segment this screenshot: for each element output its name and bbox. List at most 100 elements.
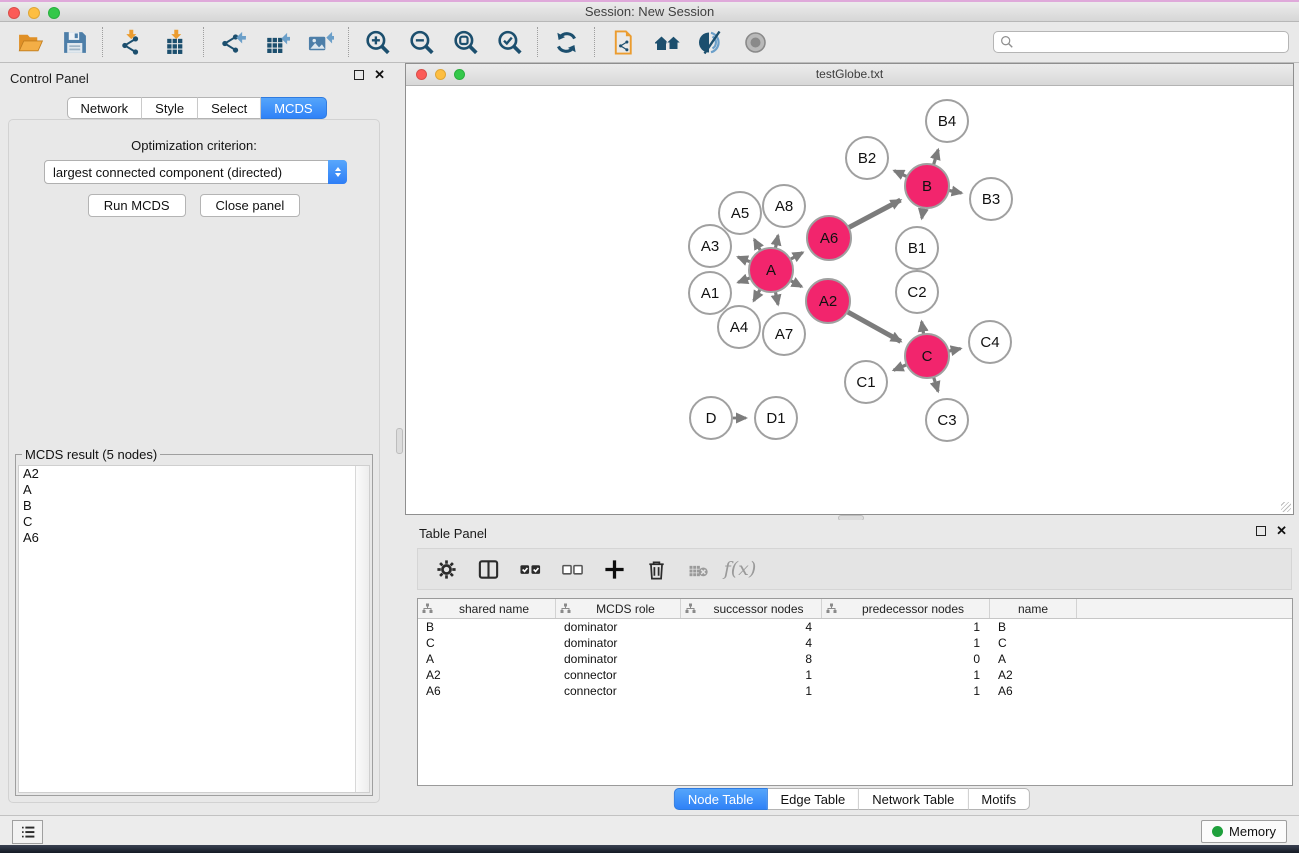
tab-edge-table[interactable]: Edge Table xyxy=(767,788,859,810)
export-network-button[interactable] xyxy=(210,25,254,59)
edge-A-A5[interactable] xyxy=(754,239,760,250)
zoom-in-button[interactable] xyxy=(355,25,399,59)
edge-A6-B[interactable] xyxy=(848,200,900,228)
add-button[interactable] xyxy=(600,555,628,583)
edge-B-B2[interactable] xyxy=(894,171,907,177)
network-zoom-button[interactable] xyxy=(454,69,465,80)
edge-C-C1[interactable] xyxy=(894,365,907,371)
edge-A-A1[interactable] xyxy=(738,278,750,283)
node-B3[interactable]: B3 xyxy=(970,178,1012,220)
close-panel-button[interactable]: Close panel xyxy=(200,194,301,217)
edge-B-B3[interactable] xyxy=(949,190,962,193)
node-C2[interactable]: C2 xyxy=(896,271,938,313)
edge-C-C2[interactable] xyxy=(922,322,924,335)
delete-table-button[interactable] xyxy=(684,555,712,583)
table-float-panel-icon[interactable] xyxy=(1256,526,1266,536)
node-C[interactable]: C xyxy=(905,334,949,378)
import-network-button[interactable] xyxy=(109,25,153,59)
save-button[interactable] xyxy=(52,25,96,59)
node-B1[interactable]: B1 xyxy=(896,227,938,269)
node-C1[interactable]: C1 xyxy=(845,361,887,403)
edge-A-A4[interactable] xyxy=(754,289,761,301)
tab-mcds[interactable]: MCDS xyxy=(261,97,326,119)
select-all-button[interactable] xyxy=(516,555,544,583)
node-B4[interactable]: B4 xyxy=(926,100,968,142)
node-A1[interactable]: A1 xyxy=(689,272,731,314)
node-B[interactable]: B xyxy=(905,164,949,208)
export-image-button[interactable] xyxy=(298,25,342,59)
column-header-name[interactable]: name xyxy=(990,599,1077,618)
zoom-selected-button[interactable] xyxy=(487,25,531,59)
column-header-predecessor-nodes[interactable]: predecessor nodes xyxy=(822,599,990,618)
search-field[interactable] xyxy=(993,31,1289,53)
minimize-window-button[interactable] xyxy=(28,7,40,19)
tab-network[interactable]: Network xyxy=(66,97,142,119)
column-header-successor-nodes[interactable]: successor nodes xyxy=(681,599,822,618)
node-A[interactable]: A xyxy=(749,248,793,292)
edge-A-A8[interactable] xyxy=(775,235,778,248)
zoom-window-button[interactable] xyxy=(48,7,60,19)
node-A2[interactable]: A2 xyxy=(806,279,850,323)
task-history-button[interactable] xyxy=(12,820,43,844)
edge-B-B4[interactable] xyxy=(933,150,938,165)
horizontal-splitter-handle[interactable] xyxy=(396,428,403,454)
memory-button[interactable]: Memory xyxy=(1201,820,1287,843)
edge-C-C4[interactable] xyxy=(948,349,960,352)
network-close-button[interactable] xyxy=(416,69,427,80)
close-window-button[interactable] xyxy=(8,7,20,19)
edge-A-A6[interactable] xyxy=(790,252,802,259)
run-mcds-button[interactable]: Run MCDS xyxy=(88,194,186,217)
network-window-titlebar[interactable]: testGlobe.txt xyxy=(406,64,1293,86)
tab-network-table[interactable]: Network Table xyxy=(859,788,968,810)
table-row[interactable]: Bdominator41B xyxy=(418,619,1292,635)
hide-selected-button[interactable] xyxy=(689,25,733,59)
delete-button[interactable] xyxy=(642,555,670,583)
node-A3[interactable]: A3 xyxy=(689,225,731,267)
node-A5[interactable]: A5 xyxy=(719,192,761,234)
import-table-button[interactable] xyxy=(153,25,197,59)
node-B2[interactable]: B2 xyxy=(846,137,888,179)
result-item[interactable]: A2 xyxy=(19,466,369,482)
new-network-from-selection-button[interactable] xyxy=(601,25,645,59)
node-D1[interactable]: D1 xyxy=(755,397,797,439)
edge-A-A2[interactable] xyxy=(790,281,801,287)
tab-node-table[interactable]: Node Table xyxy=(674,788,768,810)
edge-C-C3[interactable] xyxy=(934,377,938,391)
edge-A2-C[interactable] xyxy=(847,312,901,342)
edge-A-A3[interactable] xyxy=(738,257,751,262)
network-canvas[interactable]: B4B2BB3A8A5A6A3B1AA1C2A2A4A7C4CC1DD1C3 xyxy=(406,86,1293,514)
function-button[interactable]: f(x) xyxy=(726,555,754,583)
optimization-criterion-select[interactable]: largest connected component (directed) xyxy=(44,160,347,184)
column-header-shared-name[interactable]: shared name xyxy=(418,599,556,618)
node-C3[interactable]: C3 xyxy=(926,399,968,441)
tab-select[interactable]: Select xyxy=(198,97,261,119)
table-row[interactable]: A2connector11A2 xyxy=(418,667,1292,683)
deselect-all-button[interactable] xyxy=(558,555,586,583)
export-table-button[interactable] xyxy=(254,25,298,59)
zoom-out-button[interactable] xyxy=(399,25,443,59)
table-row[interactable]: A6connector11A6 xyxy=(418,683,1292,699)
resize-grip-icon[interactable] xyxy=(1281,502,1291,512)
result-item[interactable]: C xyxy=(19,514,369,530)
node-A4[interactable]: A4 xyxy=(718,306,760,348)
result-list-scrollbar[interactable] xyxy=(355,466,369,792)
edge-A-A7[interactable] xyxy=(775,292,778,305)
column-header-MCDS-role[interactable]: MCDS role xyxy=(556,599,681,618)
open-button[interactable] xyxy=(8,25,52,59)
table-row[interactable]: Adominator80A xyxy=(418,651,1292,667)
first-neighbors-button[interactable] xyxy=(645,25,689,59)
search-input[interactable] xyxy=(1018,35,1282,49)
node-A6[interactable]: A6 xyxy=(807,216,851,260)
result-item[interactable]: B xyxy=(19,498,369,514)
node-A7[interactable]: A7 xyxy=(763,313,805,355)
tab-style[interactable]: Style xyxy=(142,97,198,119)
zoom-fit-button[interactable] xyxy=(443,25,487,59)
gear-button[interactable] xyxy=(432,555,460,583)
edge-B-B1[interactable] xyxy=(922,208,924,219)
apply-layout-button[interactable] xyxy=(544,25,588,59)
result-item[interactable]: A xyxy=(19,482,369,498)
float-panel-icon[interactable] xyxy=(354,70,364,80)
network-minimize-button[interactable] xyxy=(435,69,446,80)
result-item[interactable]: A6 xyxy=(19,530,369,546)
node-C4[interactable]: C4 xyxy=(969,321,1011,363)
